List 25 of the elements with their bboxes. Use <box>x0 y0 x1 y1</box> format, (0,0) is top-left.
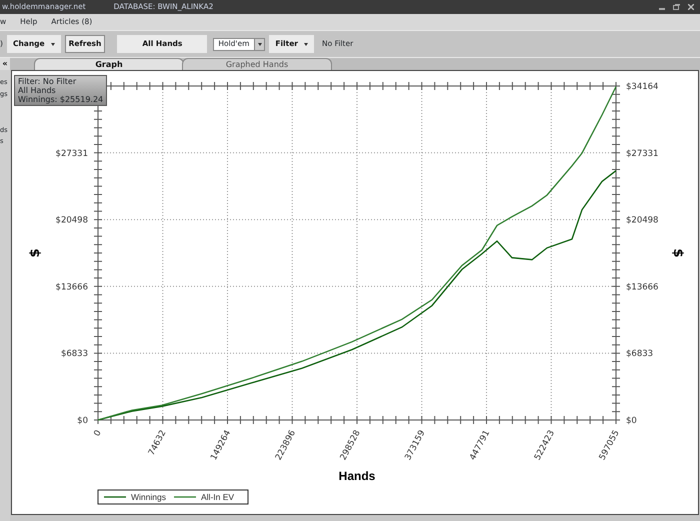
tab[interactable]: Graphed Hands <box>182 58 332 70</box>
axis-title: $ <box>670 248 685 258</box>
collapse-button[interactable]: « <box>0 58 10 70</box>
axis-tick-label: $0 <box>626 416 637 426</box>
axis-tick-label: $34164 <box>626 82 658 92</box>
axis-tick-label: $13666 <box>626 282 658 292</box>
tab[interactable]: Graph <box>34 58 184 70</box>
axis-tick-label: $20498 <box>626 216 658 226</box>
axis-tick-label: $27331 <box>626 148 658 159</box>
axis-tick-label: $0 <box>77 416 88 426</box>
caret-icon <box>50 42 55 46</box>
restore-icon[interactable] <box>673 4 680 10</box>
axis-tick-label: $20498 <box>56 216 88 226</box>
axis-title: Hands <box>338 469 376 483</box>
axis-tick-label: $13666 <box>56 282 88 292</box>
axis-tick-label: $27331 <box>56 148 88 159</box>
axis-tick-label: $6833 <box>60 349 88 360</box>
info-box: Filter: No Filter All Hands Winnings: $25519.24 <box>14 75 108 106</box>
axis-tick-label: $6833 <box>626 349 654 360</box>
legend-label: Winnings <box>131 492 166 502</box>
axis-tick-label: 0 <box>92 428 104 438</box>
axis-title: $ <box>28 248 43 258</box>
legend-label: All-In EV <box>201 492 234 502</box>
caret-icon <box>304 42 308 46</box>
close-icon[interactable] <box>688 4 694 10</box>
